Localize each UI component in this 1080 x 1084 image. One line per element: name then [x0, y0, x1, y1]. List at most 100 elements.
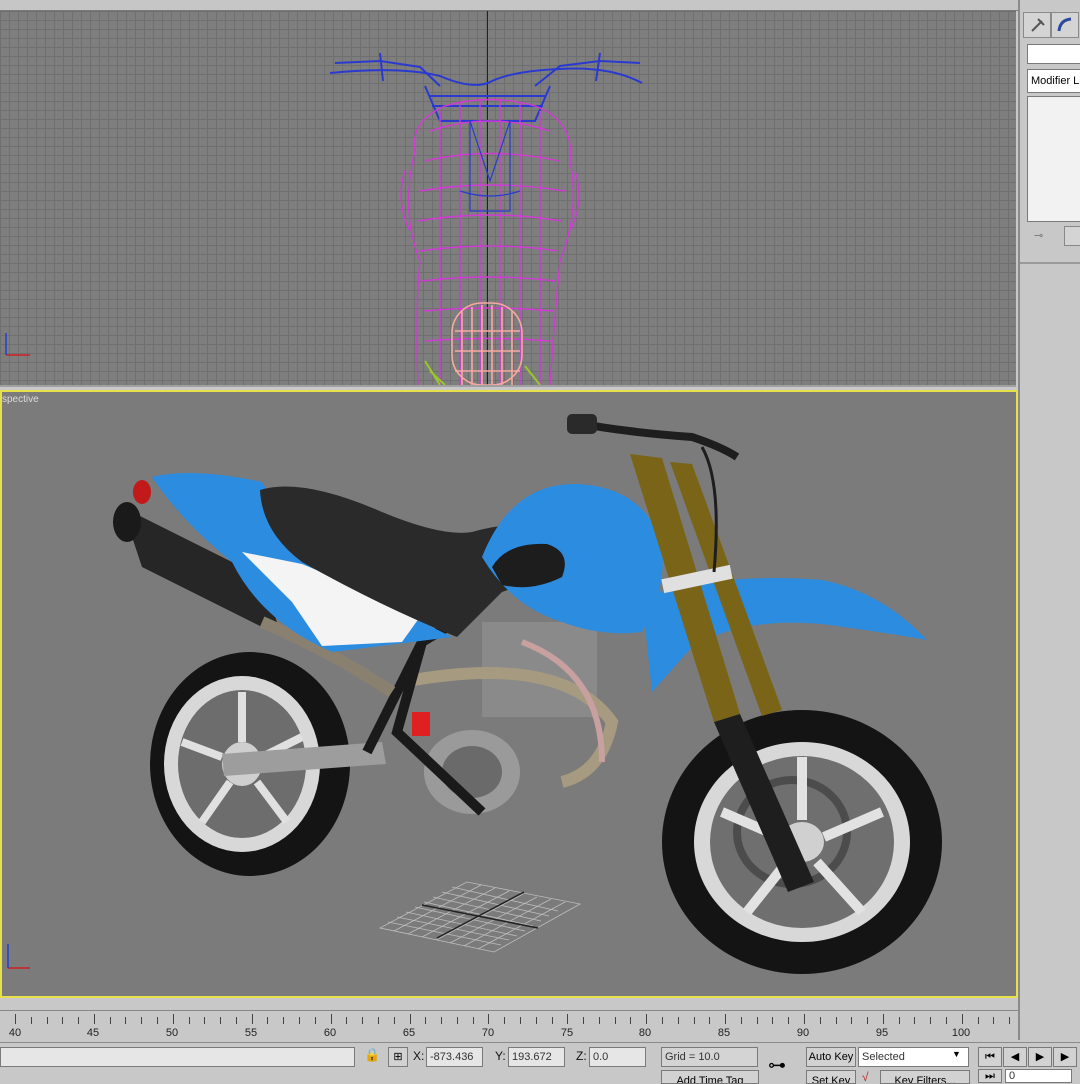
tick-label: 50 — [165, 1027, 179, 1039]
auto-key-button[interactable]: Auto Key — [806, 1047, 856, 1067]
ruler-tick — [725, 1014, 727, 1024]
ruler-tick — [819, 1017, 821, 1024]
ruler-tick — [62, 1017, 64, 1024]
ruler-tick — [551, 1017, 553, 1024]
play-icon[interactable]: ▶ — [1028, 1047, 1052, 1067]
ruler-tick — [930, 1017, 932, 1024]
y-label: Y: — [495, 1049, 506, 1063]
rendered-motorcycle[interactable] — [2, 392, 1016, 996]
ruler-tick — [993, 1017, 995, 1024]
z-coordinate-field[interactable]: 0.0 — [589, 1047, 646, 1067]
tick-label: 45 — [86, 1027, 100, 1039]
ruler-tick — [867, 1017, 869, 1024]
ruler-tick — [519, 1017, 521, 1024]
ruler-tick — [362, 1017, 364, 1024]
ruler-tick — [598, 1017, 600, 1024]
ruler-tick — [1009, 1017, 1011, 1024]
status-bar: 🔒 ⊞ X: -873.436 Y: 193.672 Z: 0.0 Grid =… — [0, 1042, 1080, 1084]
key-mode-icon[interactable]: ⏭ — [978, 1069, 1002, 1083]
modifier-stack[interactable] — [1027, 96, 1080, 222]
show-end-result-button[interactable] — [1064, 226, 1080, 246]
ruler-tick — [630, 1017, 632, 1024]
current-frame-field[interactable]: 0 — [1005, 1069, 1072, 1083]
tick-label: 65 — [402, 1027, 416, 1039]
ruler-tick — [661, 1017, 663, 1024]
modifier-list-dropdown[interactable]: Modifier Lis — [1027, 69, 1080, 93]
ruler-tick — [851, 1017, 853, 1024]
ruler-tick — [756, 1017, 758, 1024]
ruler-tick — [567, 1014, 569, 1024]
previous-frame-icon[interactable]: ◀ — [1003, 1047, 1027, 1067]
tick-label: 100 — [951, 1027, 971, 1039]
wireframe-motorcycle-front[interactable] — [0, 11, 1016, 385]
tick-label: 85 — [717, 1027, 731, 1039]
ruler-tick — [740, 1017, 742, 1024]
grid-size-display: Grid = 10.0 — [661, 1047, 758, 1067]
ruler-tick — [693, 1017, 695, 1024]
ruler-tick — [157, 1017, 159, 1024]
create-tab[interactable] — [1023, 12, 1051, 38]
ruler-tick — [204, 1017, 206, 1024]
tick-label: 80 — [638, 1027, 652, 1039]
ruler-tick — [788, 1017, 790, 1024]
lock-icon[interactable]: 🔒 — [364, 1047, 380, 1063]
ruler-tick — [141, 1017, 143, 1024]
ruler-tick — [377, 1017, 379, 1024]
ruler-tick — [409, 1014, 411, 1024]
modify-tab[interactable] — [1051, 12, 1079, 38]
ruler-tick — [78, 1017, 80, 1024]
pin-stack-icon[interactable]: ⊸ — [1034, 229, 1050, 242]
ruler-tick — [314, 1017, 316, 1024]
chevron-down-icon[interactable]: ▼ — [952, 1049, 961, 1059]
ruler-tick — [946, 1017, 948, 1024]
tick-marks — [0, 1011, 1018, 1025]
ruler-tick — [646, 1014, 648, 1024]
ruler-tick — [188, 1017, 190, 1024]
ruler-tick — [677, 1017, 679, 1024]
curve-icon[interactable]: √ — [862, 1070, 869, 1084]
next-frame-icon[interactable]: ▶ — [1053, 1047, 1077, 1067]
ruler-tick — [583, 1017, 585, 1024]
ruler-tick — [109, 1017, 111, 1024]
ruler-tick — [235, 1017, 237, 1024]
ruler-tick — [46, 1017, 48, 1024]
ruler-tick — [283, 1017, 285, 1024]
x-coordinate-field[interactable]: -873.436 — [426, 1047, 483, 1067]
go-to-start-icon[interactable]: ⏮ — [978, 1047, 1002, 1067]
object-name-field[interactable] — [1027, 44, 1080, 64]
key-filters-button[interactable]: Key Filters... — [880, 1070, 970, 1084]
absolute-mode-icon[interactable]: ⊞ — [388, 1047, 408, 1067]
ruler-tick — [299, 1017, 301, 1024]
viewport-front[interactable] — [0, 11, 1016, 387]
time-slider-track[interactable]: 40 45 50 55 60 65 70 75 80 85 90 95 100 — [0, 1010, 1018, 1043]
prompt-line — [0, 1047, 355, 1067]
tick-label: 75 — [560, 1027, 574, 1039]
ruler-tick — [977, 1017, 979, 1024]
ruler-tick — [914, 1017, 916, 1024]
ruler-tick — [709, 1017, 711, 1024]
tick-label: 90 — [796, 1027, 810, 1039]
add-time-tag-button[interactable]: Add Time Tag — [661, 1070, 759, 1084]
viewport-perspective[interactable]: spective — [0, 390, 1018, 998]
panel-divider — [1020, 262, 1080, 264]
ruler-tick — [835, 1017, 837, 1024]
home-grid — [378, 881, 582, 953]
x-label: X: — [413, 1049, 425, 1063]
engine — [400, 622, 619, 814]
ruler-tick — [330, 1014, 332, 1024]
ruler-tick — [614, 1017, 616, 1024]
y-coordinate-field[interactable]: 193.672 — [508, 1047, 565, 1067]
key-icon[interactable]: ⊶ — [768, 1055, 786, 1076]
tick-label: 40 — [8, 1027, 22, 1039]
z-label: Z: — [576, 1049, 587, 1063]
tick-label: 55 — [244, 1027, 258, 1039]
ruler-tick — [882, 1014, 884, 1024]
tick-label: 70 — [481, 1027, 495, 1039]
ruler-tick — [267, 1017, 269, 1024]
set-key-button[interactable]: Set Key — [806, 1070, 856, 1084]
ruler-tick — [488, 1014, 490, 1024]
ruler-tick — [393, 1017, 395, 1024]
ruler-tick — [93, 1014, 95, 1024]
ruler-tick — [456, 1017, 458, 1024]
ruler-tick — [15, 1014, 16, 1024]
